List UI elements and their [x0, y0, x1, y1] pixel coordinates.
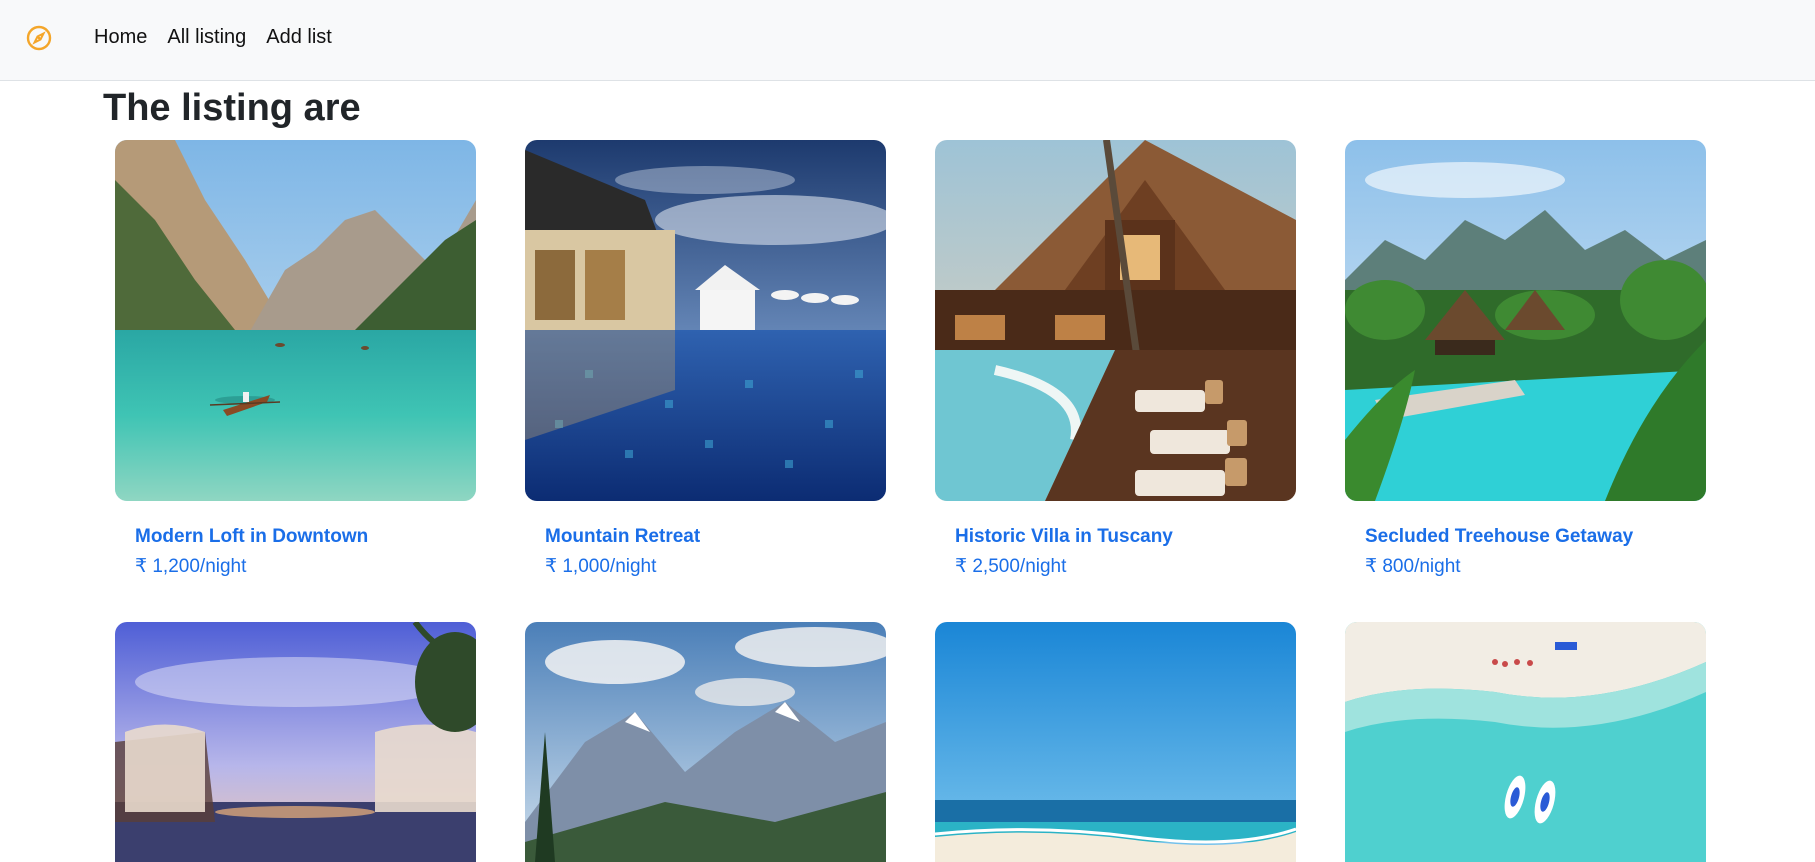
compass-icon[interactable]: [26, 25, 52, 51]
nav-all-listing-link[interactable]: All listing: [167, 24, 246, 50]
listing-card[interactable]: [115, 622, 476, 862]
listing-price: ₹ 800/night: [1365, 556, 1461, 577]
listing-image-blue-sea-beach[interactable]: [935, 622, 1296, 862]
navbar: Home All listing Add list: [0, 0, 1815, 81]
listing-image-mountain-lake[interactable]: [115, 140, 476, 501]
listing-title[interactable]: Modern Loft in Downtown: [135, 525, 476, 549]
listing-title[interactable]: Mountain Retreat: [545, 525, 886, 549]
listing-image-snowy-mountains[interactable]: [525, 622, 886, 862]
nav-home-link[interactable]: Home: [94, 24, 147, 50]
listing-card[interactable]: Mountain Retreat ₹ 1,000/night: [525, 140, 886, 579]
listing-title[interactable]: Secluded Treehouse Getaway: [1365, 525, 1706, 549]
listing-image-villa-pool[interactable]: [935, 140, 1296, 501]
listing-price: ₹ 1,200/night: [135, 556, 247, 577]
page-title: The listing are: [103, 87, 361, 129]
nav-links: Home All listing Add list: [94, 24, 332, 50]
listing-card[interactable]: Modern Loft in Downtown ₹ 1,200/night: [115, 140, 476, 579]
listing-card[interactable]: [935, 622, 1296, 862]
listing-card[interactable]: Historic Villa in Tuscany ₹ 2,500/night: [935, 140, 1296, 579]
listing-card[interactable]: [1345, 622, 1706, 862]
listing-image-resort-pool[interactable]: [525, 140, 886, 501]
listing-image-tropical-pool[interactable]: [1345, 140, 1706, 501]
nav-add-list-link[interactable]: Add list: [266, 24, 332, 50]
listing-price: ₹ 2,500/night: [955, 556, 1067, 577]
listing-card[interactable]: [525, 622, 886, 862]
listing-card[interactable]: Secluded Treehouse Getaway ₹ 800/night: [1345, 140, 1706, 579]
listing-image-aerial-beach[interactable]: [1345, 622, 1706, 862]
listing-image-sunset-cabanas[interactable]: [115, 622, 476, 862]
listing-price: ₹ 1,000/night: [545, 556, 657, 577]
listing-title[interactable]: Historic Villa in Tuscany: [955, 525, 1296, 549]
